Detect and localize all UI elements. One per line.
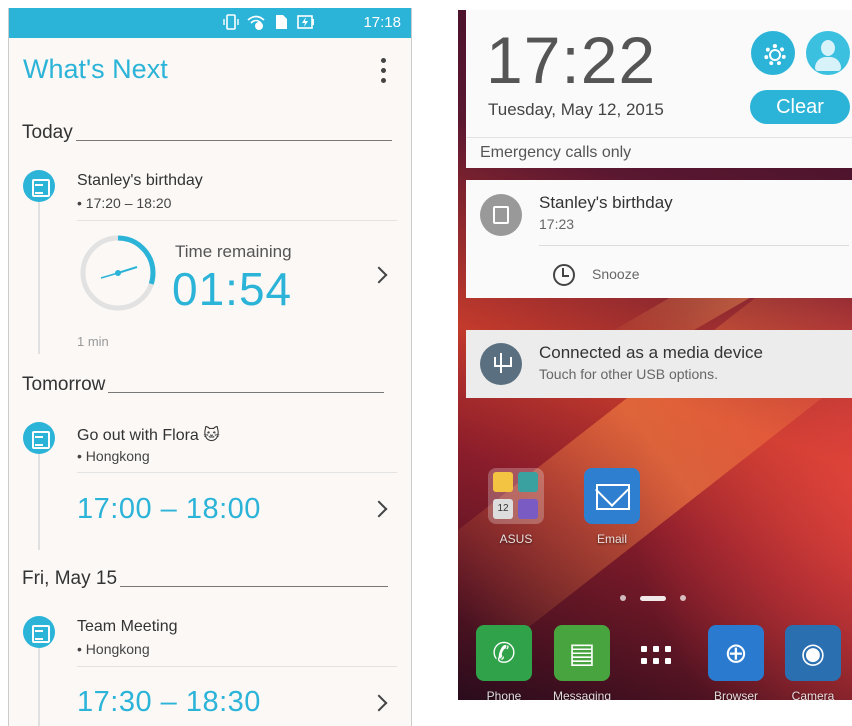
app-label: Phone [486, 689, 522, 700]
lockscreen-notifications: 17:22 Tuesday, May 12, 2015 Clear Emerge… [458, 10, 852, 700]
calendar-icon [23, 170, 55, 202]
asus-folder[interactable]: 12 ASUS [486, 468, 546, 546]
messaging-app[interactable]: ▤ Messaging [552, 625, 612, 700]
alarm-clock-icon[interactable] [549, 258, 577, 286]
section-heading: Fri, May 15 [22, 568, 118, 589]
app-label: Browser [713, 689, 758, 700]
app-label: Email [596, 532, 627, 546]
calendar-icon [23, 616, 55, 648]
event-title[interactable]: Go out with Flora 🐱 [77, 425, 220, 445]
phone-icon: ✆ [476, 625, 532, 681]
ring-min-label: 1 min [77, 334, 109, 349]
status-time: 17:18 [363, 14, 401, 31]
overflow-menu-icon[interactable] [381, 58, 387, 84]
event-location: • Hongkong [77, 448, 150, 464]
wifi-icon [247, 13, 265, 31]
clock: 17:22 [486, 23, 657, 97]
event-time-range[interactable]: 17:00 – 18:00 [77, 493, 261, 526]
event-time: • 17:20 – 18:20 [77, 195, 172, 211]
settings-gear-icon[interactable] [751, 31, 795, 75]
calendar-icon [23, 422, 55, 454]
section-tomorrow: Tomorrow [22, 374, 385, 396]
event-title[interactable]: Team Meeting [77, 618, 178, 636]
calendar-icon [480, 194, 522, 236]
message-icon: ▤ [554, 625, 610, 681]
battery-charging-icon [297, 13, 315, 31]
time-remaining-label: Time remaining [175, 242, 292, 261]
chevron-right-icon[interactable] [372, 694, 386, 714]
notification-birthday[interactable]: Stanley's birthday 17:23 Snooze [466, 180, 852, 298]
folder-icon: 12 [488, 468, 544, 524]
status-bar: 17:18 [9, 8, 411, 38]
snooze-button[interactable]: Snooze [592, 266, 639, 282]
emergency-calls-text: Emergency calls only [466, 137, 852, 168]
app-drawer-icon[interactable] [641, 646, 677, 672]
email-app[interactable]: Email [582, 468, 642, 546]
notification-subtitle: Touch for other USB options. [539, 366, 718, 382]
section-heading: Tomorrow [22, 374, 106, 395]
time-remaining-value: 01:54 [172, 263, 293, 315]
cat-emoji: 🐱 [203, 427, 220, 444]
page-title: What's Next [23, 54, 168, 84]
usb-icon [480, 343, 522, 385]
section-fri-may-15: Fri, May 15 [22, 568, 389, 590]
event-title[interactable]: Stanley's birthday [77, 172, 203, 190]
app-label: Messaging [552, 689, 612, 700]
section-today: Today [22, 122, 392, 144]
browser-app[interactable]: ⊕ Browser [706, 625, 766, 700]
clear-button[interactable]: Clear [750, 90, 850, 124]
sim-icon [272, 13, 290, 31]
notification-usb[interactable]: Connected as a media device Touch for ot… [466, 330, 852, 398]
date: Tuesday, May 12, 2015 [488, 100, 664, 119]
app-label: ASUS [499, 532, 533, 546]
event-title-text: Go out with Flora [77, 427, 199, 444]
globe-icon: ⊕ [708, 625, 764, 681]
whats-next-screen: 17:18 What's Next Today Stanley's birthd… [8, 8, 412, 726]
app-label: Camera [791, 689, 835, 700]
event-location: • Hongkong [77, 641, 150, 657]
notification-time: 17:23 [539, 216, 575, 232]
user-avatar-icon[interactable] [806, 31, 850, 75]
chevron-right-icon[interactable] [372, 266, 386, 286]
chevron-right-icon[interactable] [372, 500, 386, 520]
calendar-mini-icon: 12 [493, 499, 513, 519]
email-icon [584, 468, 640, 524]
countdown-ring-icon [80, 235, 156, 311]
camera-app[interactable]: ◉ Camera [783, 625, 843, 700]
notification-title: Connected as a media device [539, 343, 763, 362]
camera-icon: ◉ [785, 625, 841, 681]
section-heading: Today [22, 122, 73, 143]
page-indicator [620, 595, 686, 601]
vibrate-icon [222, 13, 240, 31]
event-time-range[interactable]: 17:30 – 18:30 [77, 686, 261, 719]
phone-app[interactable]: ✆ Phone [474, 625, 534, 700]
notification-title: Stanley's birthday [539, 193, 673, 212]
